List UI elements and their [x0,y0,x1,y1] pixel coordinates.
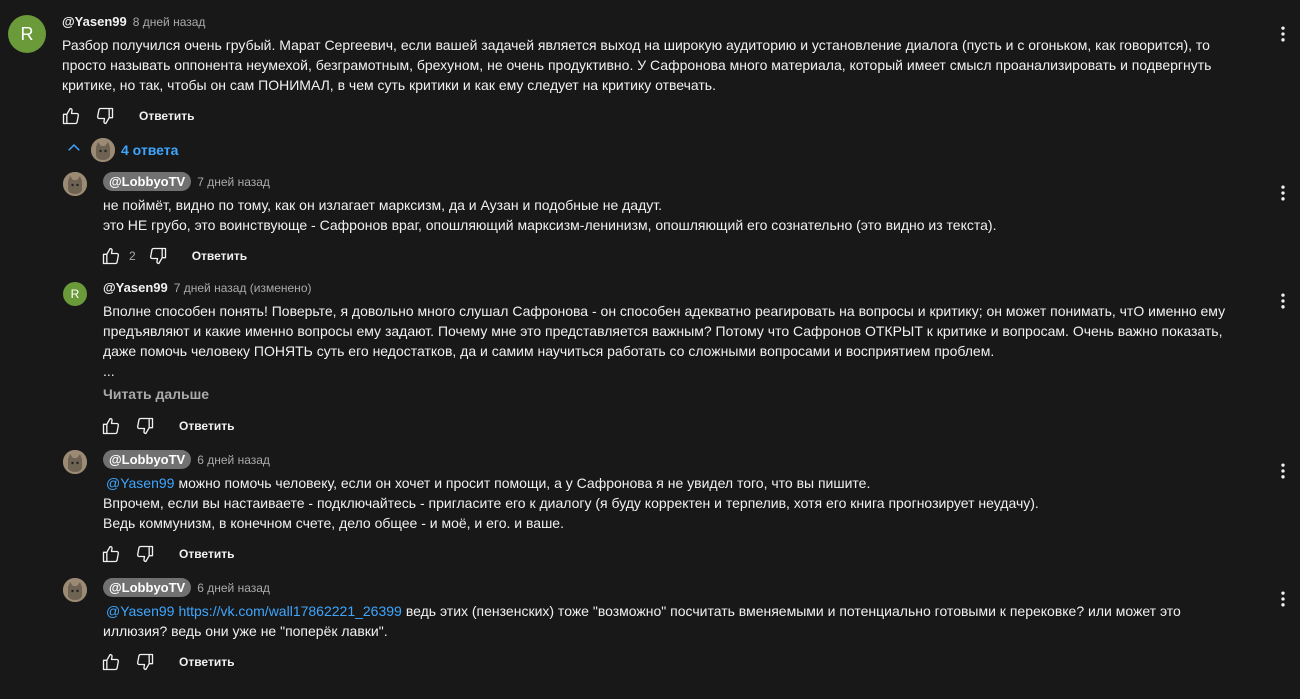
reply-time[interactable]: 7 дней назад (изменено) [174,281,312,295]
reply-header: @Yasen99 7 дней назад (изменено) [103,280,311,295]
reply-line: это НЕ грубо, это воинствующе - Сафронов… [103,217,997,233]
mention-link[interactable]: @Yasen99 [106,475,174,491]
reply-line: Ведь коммунизм, в конечном счете, дело о… [103,515,564,531]
comment-time[interactable]: 8 дней назад [133,15,206,29]
more-options-button[interactable] [1271,587,1295,611]
thumb-down-icon [136,545,154,563]
reply-line: иллюзия? ведь они уже не "поперёк лавки"… [103,623,388,639]
thumb-up-icon [102,545,120,563]
reply-text: Вполне способен понять! Поверьте, я дово… [103,301,1263,381]
read-more-button[interactable]: Читать дальше [103,386,209,402]
creator-avatar [91,138,115,162]
like-button[interactable] [99,650,123,674]
cat-avatar-icon [63,578,87,602]
cat-avatar-icon [63,450,87,474]
reply-actions: Ответить [99,542,234,566]
more-options-button[interactable] [1271,459,1295,483]
more-vert-icon [1281,293,1285,309]
thumb-down-icon [136,417,154,435]
comment-line: просто называть оппонента неумехой, безг… [62,57,1212,73]
reply-line: можно помочь человеку, если он хочет и п… [178,475,871,491]
thumb-down-icon [149,247,166,265]
reply-text: @Yasen99 https://vk.com/wall17862221_2639… [103,601,1263,641]
reply-line: предъявляют и какие именно вопросы ему з… [103,323,1223,339]
more-options-button[interactable] [1271,22,1295,46]
reply-time[interactable]: 6 дней назад [197,581,270,595]
avatar[interactable] [63,172,87,196]
cat-avatar-icon [63,172,87,196]
avatar[interactable]: R [8,15,46,53]
more-vert-icon [1281,591,1285,607]
reply-button[interactable]: Ответить [179,419,234,433]
dislike-button[interactable] [146,244,170,268]
reply-actions: Ответить [99,650,234,674]
avatar[interactable] [63,450,87,474]
reply-button[interactable]: Ответить [192,249,247,263]
reply-header: @LobbyoTV 6 дней назад [103,578,270,597]
thumb-up-icon [102,247,120,265]
reply-button[interactable]: Ответить [179,547,234,561]
comment-line: Разбор получился очень грубый. Марат Сер… [62,37,1210,53]
reply-button[interactable]: Ответить [179,655,234,669]
reply-button[interactable]: Ответить [139,109,194,123]
comment-text: Разбор получился очень грубый. Марат Сер… [62,35,1222,95]
reply-time[interactable]: 7 дней назад [197,175,270,189]
reply-header: @LobbyoTV 7 дней назад [103,172,270,191]
reply-actions: 2 Ответить [99,244,247,268]
cat-avatar-icon [91,138,115,162]
comment-author[interactable]: @Yasen99 [62,14,127,29]
reply-line: не поймёт, видно по тому, как он излагае… [103,197,663,213]
reply-author[interactable]: @LobbyoTV [103,450,192,469]
more-vert-icon [1281,26,1285,42]
reply-line: ведь этих (пензенских) тоже "возможно" п… [405,603,1181,619]
thumb-up-icon [62,107,80,125]
reply-header: @LobbyoTV 6 дней назад [103,450,270,469]
reply-time[interactable]: 6 дней назад [197,453,270,467]
like-count: 2 [129,249,136,263]
more-options-button[interactable] [1271,289,1295,313]
thumb-down-icon [96,107,114,125]
reply-line: даже помочь человеку ПОНЯТЬ суть его нед… [103,343,995,359]
replies-toggle[interactable]: 4 ответа [65,138,178,162]
reply-author[interactable]: @Yasen99 [103,280,168,295]
replies-count-label: 4 ответа [121,142,179,158]
reply-text: не поймёт, видно по тому, как он излагае… [103,195,1263,235]
chevron-up-icon [65,139,83,162]
like-button[interactable] [99,244,123,268]
dislike-button[interactable] [133,414,157,438]
like-button[interactable] [99,542,123,566]
dislike-button[interactable] [93,104,117,128]
reply-author[interactable]: @LobbyoTV [103,172,192,191]
comment-actions: Ответить [59,104,194,128]
avatar-letter: R [20,23,34,44]
external-link[interactable]: https://vk.com/wall17862221_26399 [178,603,401,619]
reply-line: ... [103,363,115,379]
more-options-button[interactable] [1271,181,1295,205]
dislike-button[interactable] [133,542,157,566]
thumb-down-icon [136,653,154,671]
thumb-up-icon [102,417,120,435]
more-vert-icon [1281,185,1285,201]
thumb-up-icon [102,653,120,671]
reply-text: @Yasen99 можно помочь человеку, если он х… [103,473,1263,533]
reply-actions: Ответить [99,414,234,438]
comment-line: критике, но так, чтобы он сам ПОНИМАЛ, в… [62,77,716,93]
like-button[interactable] [59,104,83,128]
comment-header: @Yasen99 8 дней назад [62,14,205,29]
reply-line: Впрочем, если вы настаиваете - подключай… [103,495,1039,511]
like-button[interactable] [99,414,123,438]
avatar[interactable]: R [63,282,87,306]
avatar-letter: R [70,287,80,301]
mention-link[interactable]: @Yasen99 [106,603,174,619]
dislike-button[interactable] [133,650,157,674]
comments-section: R @Yasen99 8 дней назад Разбор получился… [0,0,1300,699]
more-vert-icon [1281,463,1285,479]
reply-author[interactable]: @LobbyoTV [103,578,192,597]
avatar[interactable] [63,578,87,602]
reply-line: Вполне способен понять! Поверьте, я дово… [103,303,1226,319]
